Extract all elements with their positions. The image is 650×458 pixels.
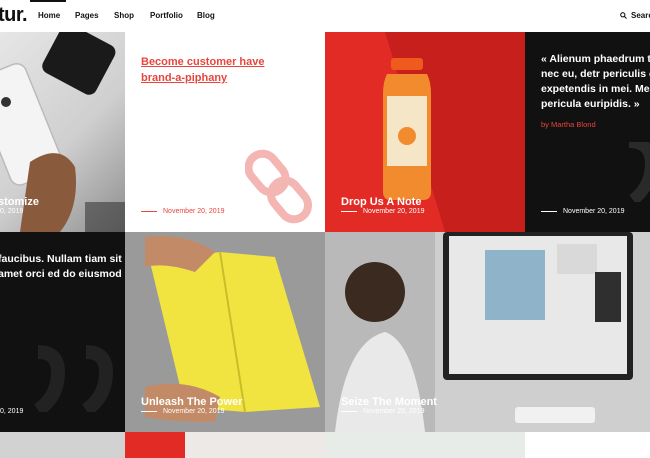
post-card-customize[interactable]: stomize 0, 2019 [0, 32, 125, 232]
post-card-partial[interactable] [525, 432, 650, 458]
post-date: November 20, 2019 [141, 408, 224, 415]
post-title[interactable]: Unleash The Power [141, 396, 242, 408]
quote-text[interactable]: « Alienum phaedrum to nec eu, detr peric… [541, 52, 650, 112]
quote-text[interactable]: faucibus. Nullam tiam sit amet orci ed d… [0, 252, 123, 282]
post-date-text: November 20, 2019 [363, 408, 425, 415]
post-card-partial[interactable] [0, 432, 125, 458]
post-card-partial[interactable] [325, 432, 525, 458]
quote-author: by Martha Blond [541, 120, 596, 129]
post-date-text: November 20, 2019 [163, 408, 225, 415]
partial-red-block [125, 432, 185, 458]
date-line [341, 211, 357, 212]
date-line [541, 211, 557, 212]
active-nav-indicator [30, 0, 66, 2]
post-date-text: November 20, 2019 [363, 208, 425, 215]
post-card-drop[interactable]: Drop Us A Note November 20, 2019 [325, 32, 525, 232]
nav-pages[interactable]: Pages [75, 11, 99, 20]
post-card-quote[interactable]: « Alienum phaedrum to nec eu, detr peric… [525, 32, 650, 232]
nav-blog[interactable]: Blog [197, 11, 215, 20]
post-card-seize[interactable]: Seize The Moment November 20, 2019 [325, 232, 650, 432]
top-navigation: tur. Home Pages Shop Portfolio Blog Sear… [0, 0, 650, 32]
post-card-quote-2[interactable]: faucibus. Nullam tiam sit amet orci ed d… [0, 232, 125, 432]
post-date-text: 0, 2019 [0, 408, 24, 415]
date-line [141, 211, 157, 212]
site-logo[interactable]: tur. [0, 4, 28, 27]
post-date-text: November 20, 2019 [563, 208, 625, 215]
nav-portfolio[interactable]: Portfolio [150, 11, 183, 20]
date-line [341, 411, 357, 412]
post-card-unleash[interactable]: Unleash The Power November 20, 2019 [125, 232, 325, 432]
post-date: November 20, 2019 [341, 208, 424, 215]
search-button[interactable]: Search [620, 11, 650, 20]
post-date: 0, 2019 [0, 208, 23, 215]
search-icon [620, 12, 627, 19]
post-date: November 20, 2019 [341, 408, 424, 415]
post-title[interactable]: stomize [0, 196, 39, 208]
post-card-partial[interactable] [125, 432, 325, 458]
search-label: Search [631, 11, 650, 20]
quote-mark-icon [33, 345, 114, 412]
post-date-text: November 20, 2019 [163, 208, 225, 215]
post-title[interactable]: Drop Us A Note [341, 196, 421, 208]
post-title-link[interactable]: Become customer have brand-a-piphany [141, 54, 301, 86]
post-grid: stomize 0, 2019 Become customer have bra… [0, 32, 650, 458]
post-card-customer[interactable]: Become customer have brand-a-piphany Nov… [125, 32, 325, 232]
quote-mark-icon [629, 142, 650, 202]
nav-home[interactable]: Home [38, 11, 60, 20]
post-date: November 20, 2019 [541, 208, 624, 215]
post-date: November 20, 2019 [141, 208, 224, 215]
date-line [141, 411, 157, 412]
nav-shop[interactable]: Shop [114, 11, 134, 20]
link-icon [245, 149, 313, 224]
post-title[interactable]: Seize The Moment [341, 396, 437, 408]
post-date: 0, 2019 [0, 408, 23, 415]
post-date-text: 0, 2019 [0, 208, 24, 215]
